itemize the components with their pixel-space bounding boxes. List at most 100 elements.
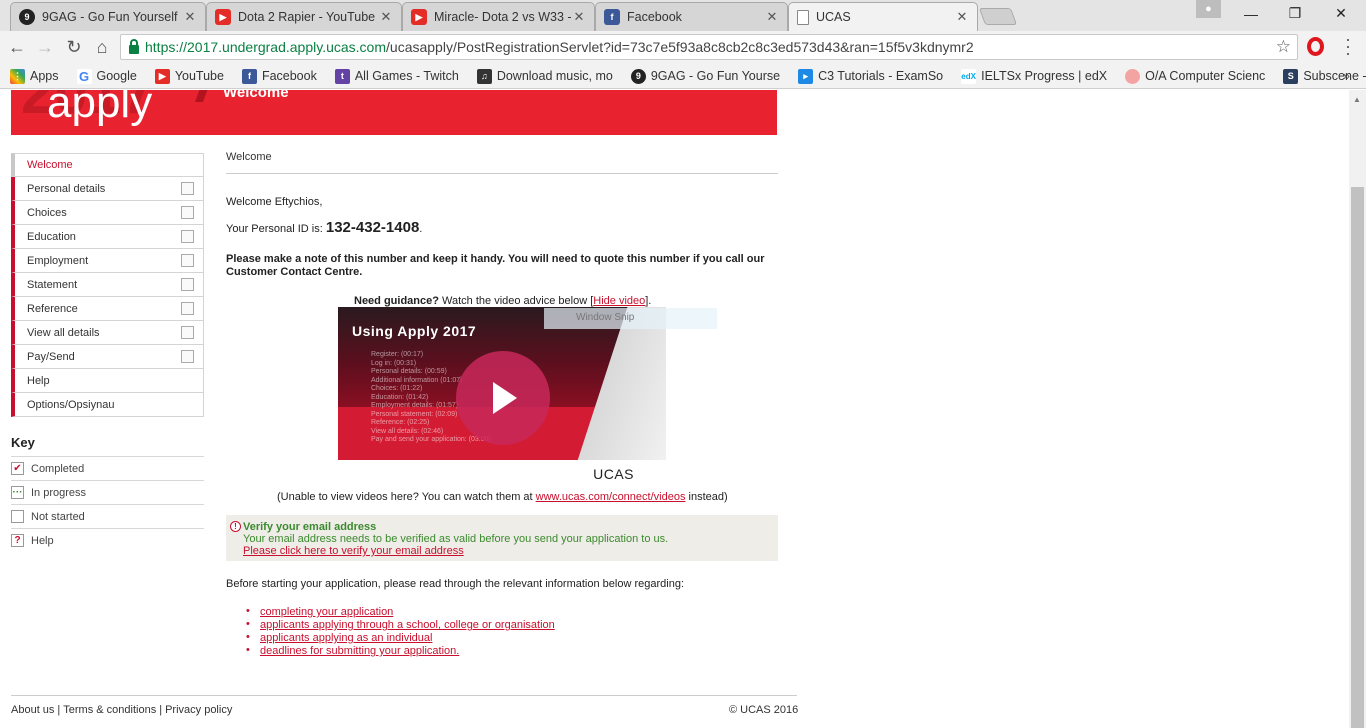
- in-progress-icon: ···: [11, 486, 24, 499]
- hide-video-link[interactable]: Hide video: [593, 295, 645, 307]
- forward-arrow-icon[interactable]: →: [34, 36, 56, 58]
- browser-tab[interactable]: ▶ Miracle- Dota 2 vs W33 - ✕: [402, 2, 595, 31]
- greeting: Welcome Eftychios,: [226, 196, 323, 208]
- status-checkbox: [181, 326, 194, 339]
- terms-link[interactable]: Terms & conditions: [63, 704, 156, 716]
- reload-icon[interactable]: ↻: [63, 36, 85, 58]
- restore-icon[interactable]: ❐: [1272, 0, 1318, 27]
- bookmark-edx[interactable]: edX IELTSx Progress | edX: [951, 68, 1115, 84]
- tab-strip: 9 9GAG - Go Fun Yourself ✕ ▶ Dota 2 Rapi…: [0, 0, 1366, 31]
- browser-tab-active[interactable]: UCAS ✕: [788, 2, 978, 31]
- bookmark-9gag[interactable]: 9 9GAG - Go Fun Yourse: [621, 68, 788, 84]
- ucas-videos-link[interactable]: www.ucas.com/connect/videos: [536, 491, 686, 503]
- sidenav-label: Personal details: [27, 182, 106, 195]
- divider: [226, 173, 778, 174]
- close-tab-icon[interactable]: ✕: [572, 9, 586, 25]
- video-note-end: instead): [685, 491, 728, 503]
- scrollbar-thumb[interactable]: [1351, 187, 1364, 728]
- video-guidance: Need guidance? Watch the video advice be…: [354, 295, 651, 307]
- play-icon[interactable]: [456, 351, 550, 445]
- subscene-icon: S: [1283, 68, 1299, 84]
- key-label: Completed: [31, 462, 85, 475]
- status-checkbox: [181, 278, 194, 291]
- browser-tab[interactable]: ▶ Dota 2 Rapier - YouTube ✕: [206, 2, 402, 31]
- scroll-up-icon[interactable]: ▲: [1353, 95, 1361, 104]
- url-host: https://2017.undergrad.apply.ucas.com: [145, 39, 387, 55]
- bookmark-label: C3 Tutorials - ExamSo: [818, 69, 944, 83]
- close-tab-icon[interactable]: ✕: [955, 9, 969, 25]
- bookmark-subscene[interactable]: S Subscene - Passionate: [1273, 68, 1366, 84]
- browser-menu-icon[interactable]: · · ·: [1342, 30, 1354, 62]
- sidenav-item-view-all-details[interactable]: View all details: [11, 321, 204, 345]
- guidance-end: ].: [645, 295, 652, 307]
- personal-id-value: 132-432-1408: [325, 219, 420, 236]
- key-label: In progress: [31, 486, 87, 499]
- bookmarks-bar: ⋮ Apps G Google ▶ YouTube f Facebook t All Ga…: [0, 64, 1366, 89]
- bookmark-label: Facebook: [261, 69, 317, 83]
- bookmark-star-icon[interactable]: ☆: [1276, 37, 1291, 57]
- sidenav-item-reference[interactable]: Reference: [11, 297, 204, 321]
- new-tab-button[interactable]: [978, 8, 1018, 25]
- bookmark-facebook[interactable]: f Facebook: [232, 68, 325, 84]
- sidenav-item-options[interactable]: Options/Opsiynau: [11, 393, 204, 417]
- footer-divider: [11, 695, 797, 696]
- key-row[interactable]: ? Help: [11, 528, 204, 552]
- page-scrollbar[interactable]: ▲: [1349, 90, 1366, 728]
- profile-icon[interactable]: ●: [1196, 0, 1221, 18]
- completed-check-icon: ✔: [11, 462, 24, 475]
- info-links: completing your application applicants a…: [246, 605, 555, 658]
- apps-grid-icon: ⋮: [10, 68, 25, 84]
- video-title: Using Apply 2017: [352, 323, 477, 339]
- bookmark-apps[interactable]: ⋮ Apps: [0, 68, 67, 84]
- sidenav-label: Pay/Send: [27, 350, 75, 363]
- list-item: completing your application: [246, 605, 555, 619]
- bookmark-youtube[interactable]: ▶ YouTube: [145, 68, 232, 84]
- sidenav-item-employment[interactable]: Employment: [11, 249, 204, 273]
- sidenav-item-help[interactable]: Help: [11, 369, 204, 393]
- verify-email-alert: ! Verify your email address Your email a…: [226, 515, 778, 561]
- sidenav-item-pay-send[interactable]: Pay/Send: [11, 345, 204, 369]
- info-link[interactable]: deadlines for submitting your applicatio…: [260, 645, 459, 657]
- bookmark-label: O/A Computer Scienc: [1145, 69, 1266, 83]
- close-tab-icon[interactable]: ✕: [379, 9, 393, 25]
- not-started-icon: [11, 510, 24, 523]
- verify-email-link[interactable]: Please click here to verify your email a…: [243, 545, 464, 557]
- close-window-icon[interactable]: ✕: [1318, 0, 1364, 27]
- guidance-video-player[interactable]: Using Apply 2017 Register: (00:17) Log i…: [338, 307, 666, 490]
- breadcrumb: Welcome: [226, 151, 272, 163]
- info-link[interactable]: applicants applying through a school, co…: [260, 619, 555, 631]
- privacy-link[interactable]: Privacy policy: [165, 704, 232, 716]
- address-bar[interactable]: https://2017.undergrad.apply.ucas.com/uc…: [120, 34, 1298, 60]
- bookmark-c3[interactable]: ▸ C3 Tutorials - ExamSo: [788, 68, 951, 84]
- browser-tab[interactable]: 9 9GAG - Go Fun Yourself ✕: [10, 2, 206, 31]
- home-icon[interactable]: ⌂: [91, 36, 113, 58]
- minimize-icon[interactable]: —: [1228, 0, 1274, 27]
- sidenav-item-personal-details[interactable]: Personal details: [11, 177, 204, 201]
- sidenav-label: Statement: [27, 278, 78, 291]
- footer-links: About us | Terms & conditions | Privacy poli…: [11, 704, 232, 716]
- footer-separator: |: [57, 704, 61, 716]
- close-tab-icon[interactable]: ✕: [183, 9, 197, 25]
- bookmark-google[interactable]: G Google: [67, 68, 145, 84]
- bookmark-label: 9GAG - Go Fun Yourse: [650, 69, 781, 83]
- bookmark-label: Apps: [30, 69, 59, 83]
- info-link[interactable]: applicants applying as an individual: [260, 632, 432, 644]
- sidenav-label: Reference: [27, 302, 78, 315]
- close-tab-icon[interactable]: ✕: [765, 9, 779, 25]
- bookmark-twitch[interactable]: t All Games - Twitch: [325, 68, 467, 84]
- about-us-link[interactable]: About us: [11, 704, 54, 716]
- bookmark-music[interactable]: ♫ Download music, mo: [467, 68, 621, 84]
- sidenav-item-education[interactable]: Education: [11, 225, 204, 249]
- bookmark-oa[interactable]: O/A Computer Scienc: [1115, 68, 1273, 84]
- sidenav-item-welcome[interactable]: Welcome: [11, 153, 204, 177]
- more-bookmarks-icon[interactable]: »: [1343, 68, 1350, 83]
- sidenav-item-choices[interactable]: Choices: [11, 201, 204, 225]
- browser-tab[interactable]: f Facebook ✕: [595, 2, 788, 31]
- opera-extension-icon[interactable]: [1307, 37, 1324, 56]
- list-item: deadlines for submitting your applicatio…: [246, 644, 555, 658]
- back-arrow-icon[interactable]: ←: [6, 36, 28, 58]
- sidenav-label: Choices: [27, 206, 67, 219]
- alert-icon: !: [230, 521, 241, 532]
- sidenav-item-statement[interactable]: Statement: [11, 273, 204, 297]
- info-link[interactable]: completing your application: [260, 606, 393, 618]
